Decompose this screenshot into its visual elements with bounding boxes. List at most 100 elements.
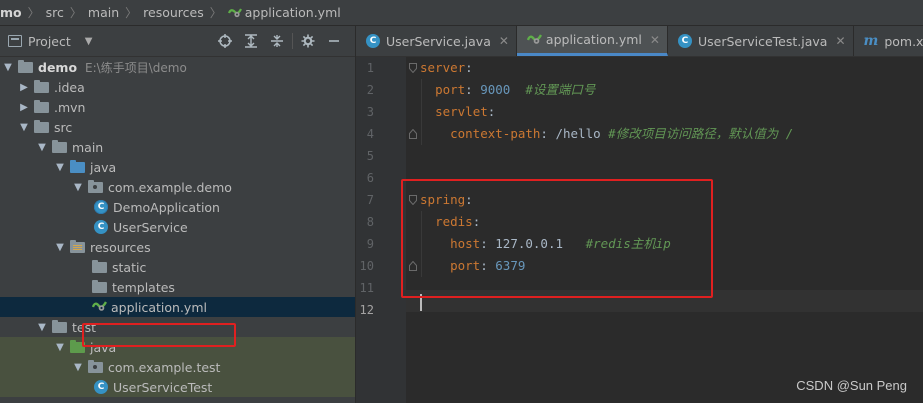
chevron-down-icon[interactable]: ▼: [54, 342, 66, 353]
code-line-4: context-path: /hello #修改项目访问路径，默认值为 /: [450, 126, 794, 141]
yaml-icon: [91, 299, 108, 315]
chevron-down-icon[interactable]: ▼: [36, 322, 48, 333]
locate-file-icon[interactable]: [212, 28, 238, 54]
hide-panel-icon[interactable]: [321, 28, 347, 54]
tab-label: application.yml: [545, 32, 642, 47]
breadcrumb-separator: 〉: [125, 6, 138, 20]
breadcrumb-separator: 〉: [209, 6, 222, 20]
folder-icon: [92, 279, 107, 293]
tree-item-demo[interactable]: ▼ demo E:\练手项目\demo: [0, 57, 355, 77]
tree-item-label: src: [54, 119, 73, 135]
resources-folder-icon: [70, 239, 85, 253]
tree-item-resources[interactable]: ▼ resources: [0, 237, 355, 257]
maven-icon: m: [863, 33, 879, 49]
tree-item-label: com.example.test: [108, 359, 221, 375]
tree-item-src[interactable]: ▼ src: [0, 117, 355, 137]
line-number: 11: [359, 281, 374, 295]
tree-item-label: resources: [90, 239, 151, 255]
tree-item-mvn[interactable]: ▶ .mvn: [0, 97, 355, 117]
close-icon[interactable]: ✕: [835, 34, 845, 48]
class-icon: C: [677, 34, 692, 48]
chevron-right-icon[interactable]: ▶: [18, 82, 30, 93]
breadcrumb-resources[interactable]: resources: [143, 5, 204, 20]
editor-tabs: C UserService.java ✕ application.yml ✕ C…: [356, 26, 923, 57]
tab-pom-xml[interactable]: m pom.xml (demo: [854, 26, 923, 56]
yaml-key: context-path: [450, 126, 541, 141]
line-number: 1: [366, 61, 374, 75]
tree-item-application-yml[interactable]: application.yml: [0, 297, 355, 317]
tab-application-yml[interactable]: application.yml ✕: [516, 26, 668, 56]
breadcrumb-separator: 〉: [27, 6, 40, 20]
expand-all-icon[interactable]: [238, 28, 264, 54]
chevron-down-icon[interactable]: ▼: [72, 182, 84, 193]
tree-item-path: E:\练手项目\demo: [85, 60, 187, 75]
folder-icon: [92, 259, 107, 273]
chevron-down-icon[interactable]: ▼: [54, 162, 66, 173]
close-icon[interactable]: ✕: [499, 34, 509, 48]
tree-item-label: java: [90, 159, 117, 175]
tree-item-label: UserService: [113, 219, 188, 235]
watermark: CSDN @Sun Peng: [796, 378, 907, 393]
tree-item-main[interactable]: ▼ main: [0, 137, 355, 157]
chevron-down-icon[interactable]: ▼: [85, 36, 93, 47]
yaml-key: port: [435, 82, 466, 97]
tree-item-label: demo: [38, 59, 78, 75]
fold-marker-icon[interactable]: [409, 63, 417, 73]
tree-item-userservicetest[interactable]: C UserServiceTest: [0, 377, 355, 397]
close-icon[interactable]: ✕: [650, 33, 660, 47]
line-number: 7: [366, 193, 374, 207]
tree-item-package-demo[interactable]: ▼ com.example.demo: [0, 177, 355, 197]
tree-item-java[interactable]: ▼ java: [0, 157, 355, 177]
collapse-all-icon[interactable]: [264, 28, 290, 54]
line-number-gutter: 1 2 3 4 5 6 7 8 9 10 11 12: [356, 57, 406, 403]
fold-end-icon[interactable]: [409, 129, 417, 139]
tab-userservice-java[interactable]: C UserService.java ✕: [356, 26, 517, 56]
tab-label: UserServiceTest.java: [697, 33, 828, 49]
tree-item-package-test[interactable]: ▼ com.example.test: [0, 357, 355, 377]
project-panel-toolbar: [212, 26, 347, 56]
breadcrumb-project[interactable]: mo: [0, 5, 22, 20]
code-line-1: server:: [420, 60, 473, 75]
tree-item-idea[interactable]: ▶ .idea: [0, 77, 355, 97]
folder-icon: [18, 59, 33, 73]
breadcrumb-src[interactable]: src: [46, 5, 64, 20]
breadcrumb-main[interactable]: main: [88, 5, 119, 20]
toolbar-divider: [292, 33, 293, 49]
tree-item-static[interactable]: static: [0, 257, 355, 277]
line-number: 9: [366, 237, 374, 251]
test-class-icon: C: [94, 380, 108, 394]
tree-item-label: templates: [112, 279, 175, 295]
folder-icon: [52, 319, 67, 333]
project-view-icon: [8, 35, 22, 47]
source-folder-icon: [70, 159, 85, 173]
chevron-right-icon[interactable]: ▶: [18, 102, 30, 113]
yaml-key: servlet: [435, 104, 488, 119]
tree-item-label: com.example.demo: [108, 179, 232, 195]
chevron-down-icon[interactable]: ▼: [72, 362, 84, 373]
tree-item-userservice[interactable]: C UserService: [0, 217, 355, 237]
tree-item-templates[interactable]: templates: [0, 277, 355, 297]
yaml-icon: [227, 6, 242, 21]
chevron-down-icon[interactable]: ▼: [18, 122, 30, 133]
tree-item-label: DemoApplication: [113, 199, 220, 215]
chevron-down-icon[interactable]: ▼: [54, 242, 66, 253]
gear-icon[interactable]: [295, 28, 321, 54]
tree-item-label: .idea: [54, 79, 85, 95]
yaml-key: server: [420, 60, 466, 75]
line-number: 10: [359, 259, 374, 273]
chevron-down-icon[interactable]: ▼: [2, 62, 14, 73]
project-view-selector[interactable]: Project: [28, 34, 71, 49]
yaml-comment: #设置端口号: [525, 82, 596, 97]
code-area[interactable]: 1 2 3 4 5 6 7 8 9 10 11 12 server: port:…: [356, 57, 923, 403]
tab-userservicetest-java[interactable]: C UserServiceTest.java ✕: [668, 26, 854, 56]
line-number: 12: [359, 303, 374, 317]
folder-icon: [52, 139, 67, 153]
tab-label: pom.xml (demo: [884, 33, 923, 49]
breadcrumb-file[interactable]: application.yml: [227, 4, 341, 21]
tree-item-demoapplication[interactable]: C DemoApplication: [0, 197, 355, 217]
breadcrumb-file-label: application.yml: [244, 4, 341, 20]
folder-icon: [34, 99, 49, 113]
line-number: 8: [366, 215, 374, 229]
chevron-down-icon[interactable]: ▼: [36, 142, 48, 153]
line-number: 3: [366, 105, 374, 119]
